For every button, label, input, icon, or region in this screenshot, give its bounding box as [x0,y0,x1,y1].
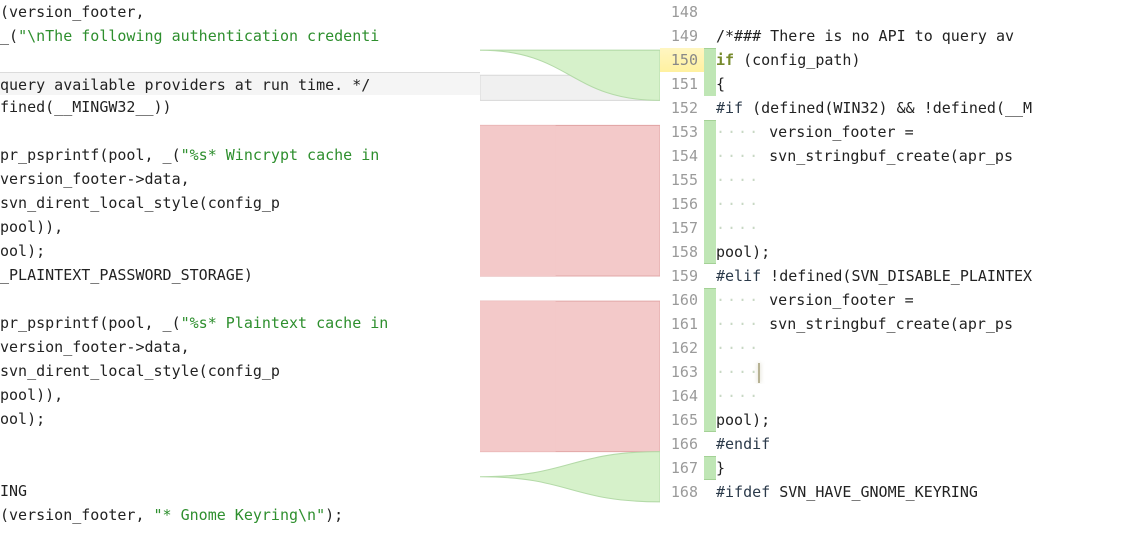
right-line[interactable]: #elif !defined(SVN_DISABLE_PLAINTEX [704,264,1127,288]
left-line[interactable]: ING [0,479,480,503]
right-line[interactable] [704,0,1127,24]
left-line[interactable]: version_footer->data, [0,167,480,191]
change-marker [704,72,716,96]
left-line[interactable]: svn_dirent_local_style(config_p [0,359,480,383]
change-marker [704,336,716,360]
line-number[interactable]: 152 [660,96,704,120]
deleted-block-indicator [480,301,556,452]
line-number[interactable]: 163 [660,360,704,384]
line-number[interactable]: 160 [660,288,704,312]
line-number[interactable]: 162 [660,336,704,360]
left-line[interactable]: (version_footer, "* Gnome Keyring\n"); [0,503,480,527]
change-marker [704,192,716,216]
line-number[interactable]: 158 [660,240,704,264]
right-line[interactable]: ···· [704,384,1127,408]
left-line[interactable]: ool); [0,407,480,431]
right-line[interactable]: #endif [704,432,1127,456]
line-number-gutter[interactable]: 1481491501511521531541551561571581591601… [660,0,704,552]
left-line[interactable]: pr_psprintf(pool, _("%s* Plaintext cache… [0,311,480,335]
right-line[interactable]: ···· version_footer = [704,120,1127,144]
change-marker [704,384,716,408]
right-line[interactable]: ···· [704,192,1127,216]
change-marker [704,120,716,144]
change-marker [704,0,716,24]
left-line[interactable]: _("\nThe following authentication creden… [0,24,480,48]
left-line[interactable]: (version_footer, [0,0,480,24]
deleted-block-indicator [480,125,556,276]
line-number[interactable]: 153 [660,120,704,144]
change-marker [704,48,716,72]
line-number[interactable]: 164 [660,384,704,408]
change-marker [704,456,716,480]
left-line[interactable]: pr_psprintf(pool, _("%s* Wincrypt cache … [0,143,480,167]
line-number[interactable]: 150 [660,48,704,72]
left-line[interactable]: fined(__MINGW32__)) [0,95,480,119]
right-line[interactable]: } [704,456,1127,480]
change-marker [704,312,716,336]
line-number[interactable]: 157 [660,216,704,240]
right-line[interactable]: ···· [704,336,1127,360]
change-marker [704,168,716,192]
line-number[interactable]: 155 [660,168,704,192]
left-line[interactable]: pool)), [0,215,480,239]
right-line[interactable]: ···· version_footer = [704,288,1127,312]
left-line[interactable] [0,119,480,143]
change-marker [704,144,716,168]
change-marker [704,408,716,432]
right-line[interactable]: { [704,72,1127,96]
right-source-pane[interactable]: /*### There is no API to query av if (co… [704,0,1127,552]
right-line[interactable]: pool); [704,240,1127,264]
change-marker [704,24,716,48]
right-line[interactable]: ···· [704,216,1127,240]
line-number[interactable]: 166 [660,432,704,456]
change-marker [704,264,716,288]
right-line[interactable]: ···· [704,360,1127,384]
right-line[interactable]: if (config_path) [704,48,1127,72]
change-marker [704,216,716,240]
change-marker [704,480,716,504]
diff-connector-column [480,0,660,552]
right-line[interactable]: ···· [704,168,1127,192]
change-marker [704,240,716,264]
diff-connector-svg [480,0,660,552]
left-line[interactable]: _PLAINTEXT_PASSWORD_STORAGE) [0,263,480,287]
left-line[interactable] [0,48,480,72]
right-line[interactable]: #if (defined(WIN32) && !defined(__M [704,96,1127,120]
left-line[interactable] [0,431,480,455]
right-line[interactable]: ···· svn_stringbuf_create(apr_ps [704,312,1127,336]
left-source-pane[interactable]: (version_footer, _("\nThe following auth… [0,0,480,552]
right-line[interactable]: pool); [704,408,1127,432]
line-number[interactable]: 148 [660,0,704,24]
right-line[interactable]: ···· svn_stringbuf_create(apr_ps [704,144,1127,168]
line-number[interactable]: 149 [660,24,704,48]
left-line[interactable]: query available providers at run time. *… [0,72,480,95]
change-marker [704,360,716,384]
left-line[interactable] [0,287,480,311]
line-number[interactable]: 154 [660,144,704,168]
diff-connector-shape [480,452,660,502]
left-line[interactable]: ool); [0,239,480,263]
line-number[interactable]: 167 [660,456,704,480]
line-number[interactable]: 159 [660,264,704,288]
left-line[interactable] [0,455,480,479]
change-marker [704,432,716,456]
change-marker [704,96,716,120]
diff-view: (version_footer, _("\nThe following auth… [0,0,1127,552]
line-number[interactable]: 165 [660,408,704,432]
left-line[interactable]: pool)), [0,383,480,407]
change-marker [704,288,716,312]
left-line[interactable]: svn_dirent_local_style(config_p [0,191,480,215]
line-number[interactable]: 168 [660,480,704,504]
line-number[interactable]: 156 [660,192,704,216]
right-line[interactable]: /*### There is no API to query av [704,24,1127,48]
left-line[interactable]: version_footer->data, [0,335,480,359]
line-number[interactable]: 151 [660,72,704,96]
right-line[interactable]: #ifdef SVN_HAVE_GNOME_KEYRING [704,480,1127,504]
line-number[interactable]: 161 [660,312,704,336]
